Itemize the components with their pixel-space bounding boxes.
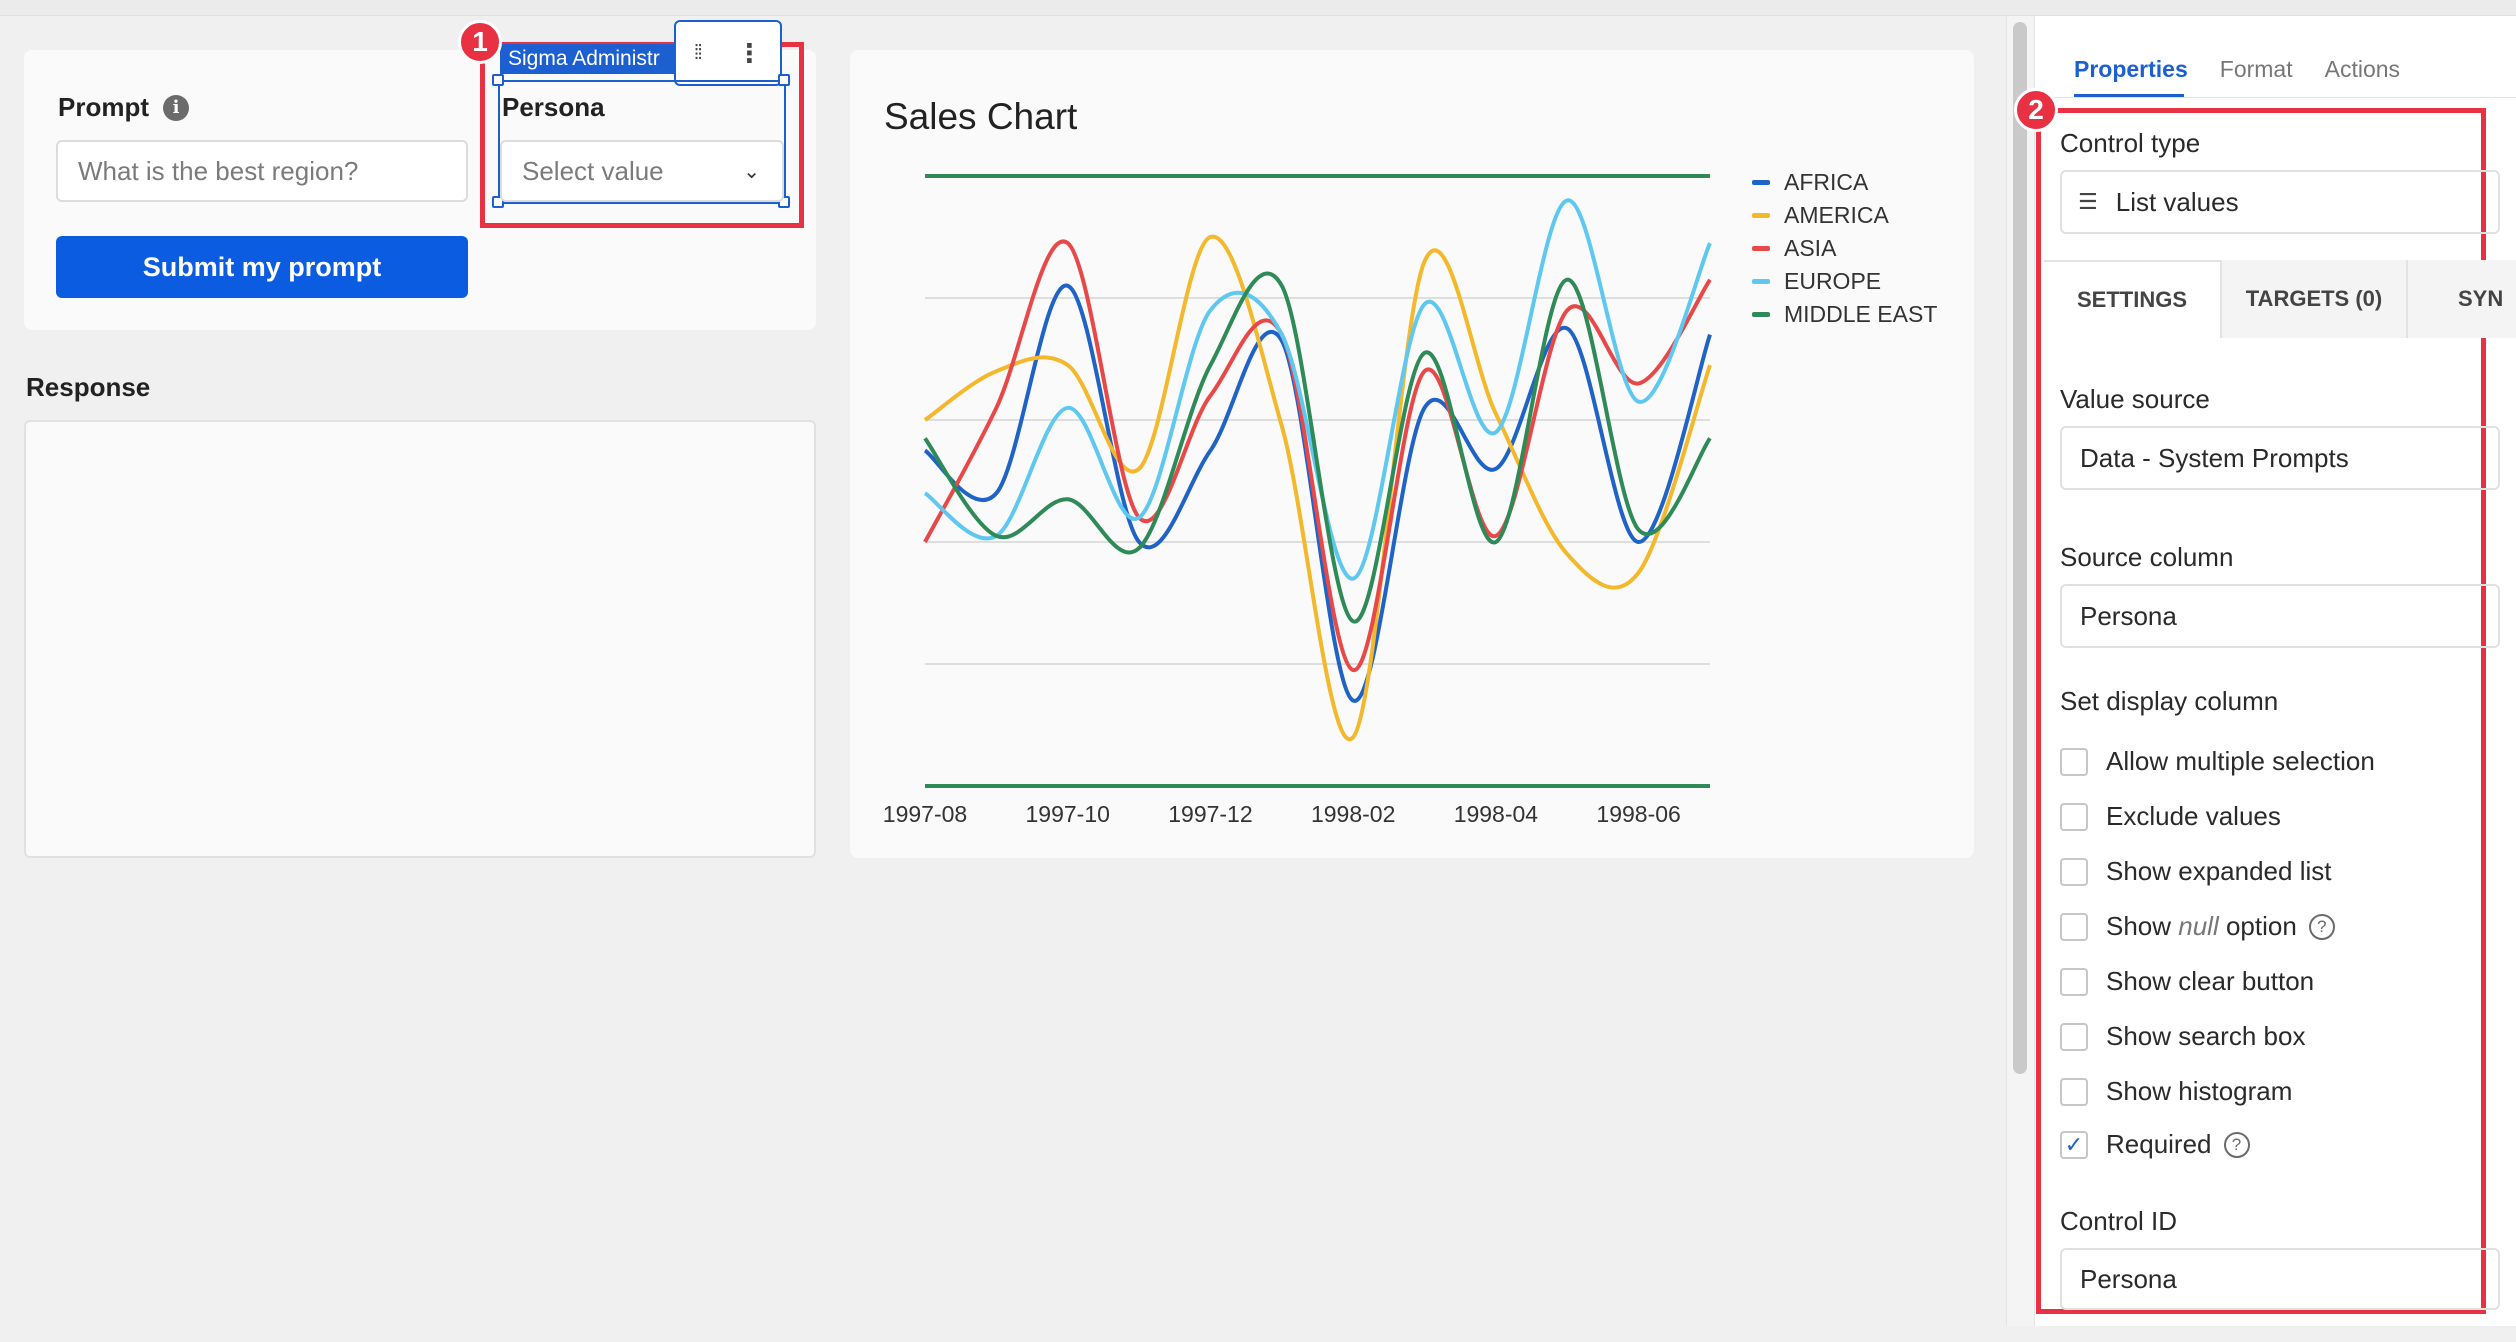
control-id-input[interactable]: Persona	[2060, 1248, 2500, 1310]
control-type-label: Control type	[2060, 128, 2201, 158]
checkbox-label: Show expanded list	[2106, 856, 2332, 886]
scrollbar-thumb[interactable]	[2013, 22, 2027, 1074]
checkbox-label: Required	[2106, 1129, 2212, 1159]
checkmark-icon: ✓	[2064, 1131, 2084, 1157]
legend-item-america[interactable]: AMERICA	[1752, 199, 1937, 232]
prompt-label: Prompt	[58, 92, 149, 122]
source-column-value: Persona	[2080, 600, 2177, 631]
checkbox-label: Show clear button	[2106, 966, 2315, 996]
prompt-input-placeholder: What is the best region?	[78, 155, 359, 186]
top-strip	[0, 0, 2516, 16]
legend-swatch	[1752, 312, 1770, 317]
resize-handle-tl[interactable]	[492, 74, 504, 86]
subtab-targets[interactable]: TARGETS (0)	[2222, 260, 2408, 338]
legend-label: ASIA	[1784, 235, 1837, 261]
response-box	[24, 420, 816, 858]
control-owner-tag: Sigma Administr	[500, 44, 682, 74]
element-toolbar: ⁞⁞ ⋮	[674, 20, 782, 86]
checkbox-label: Show histogram	[2106, 1076, 2293, 1106]
prompt-input[interactable]: What is the best region?	[56, 140, 468, 202]
tab-properties[interactable]: Properties	[2074, 56, 2188, 83]
chart-legend: AFRICA AMERICA ASIA EUROPE MIDDLE EAST	[1752, 166, 1937, 331]
checkbox-box[interactable]	[2060, 747, 2088, 776]
checkbox-exclude-values[interactable]: Exclude values	[2060, 801, 2281, 832]
checkbox-show-clear[interactable]: Show clear button	[2060, 966, 2314, 997]
legend-swatch	[1752, 213, 1770, 218]
value-source-select[interactable]: Data - System Prompts	[2060, 426, 2500, 490]
display-column-link[interactable]: Set display column	[2060, 686, 2278, 717]
checkbox-label: Show search box	[2106, 1021, 2306, 1051]
subtab-settings[interactable]: SETTINGS	[2044, 260, 2222, 338]
source-column-select[interactable]: Persona	[2060, 584, 2500, 648]
x-tick-label: 1997-12	[1168, 801, 1252, 827]
source-column-label: Source column	[2060, 542, 2234, 572]
more-options-icon[interactable]: ⋮	[736, 38, 762, 69]
resize-handle-tr[interactable]	[778, 74, 790, 86]
checkbox-show-histogram[interactable]: Show histogram	[2060, 1076, 2292, 1107]
checkbox-show-expanded[interactable]: Show expanded list	[2060, 856, 2331, 887]
step-badge-2: 2	[2014, 88, 2058, 132]
x-tick-label: 1998-04	[1454, 801, 1539, 827]
help-icon[interactable]: ?	[2308, 913, 2335, 940]
checkbox-label: Allow multiple selection	[2106, 746, 2375, 776]
checkbox-box[interactable]	[2060, 967, 2088, 996]
checkbox-label: Exclude values	[2106, 801, 2281, 831]
control-type-value: List values	[2115, 186, 2239, 217]
legend-label: MIDDLE EAST	[1784, 301, 1938, 327]
checkbox-box[interactable]	[2060, 857, 2088, 886]
checkbox-box[interactable]	[2060, 1022, 2088, 1051]
step-badge-1: 1	[458, 20, 502, 64]
chevron-down-icon: ⌄	[743, 160, 760, 183]
x-tick-label: 1997-08	[883, 801, 967, 827]
tab-actions[interactable]: Actions	[2325, 56, 2400, 83]
tab-format[interactable]: Format	[2220, 56, 2293, 83]
persona-label: Persona	[502, 92, 605, 122]
drag-handle-icon[interactable]: ⁞⁞	[694, 43, 703, 63]
legend-item-africa[interactable]: AFRICA	[1752, 166, 1937, 199]
x-tick-label: 1998-06	[1596, 801, 1680, 827]
legend-label: EUROPE	[1784, 268, 1882, 294]
checkbox-box[interactable]	[2060, 912, 2088, 941]
checkbox-allow-multiple[interactable]: Allow multiple selection	[2060, 746, 2375, 777]
series-line-middle-east[interactable]	[923, 271, 1712, 624]
value-source-value: Data - System Prompts	[2080, 442, 2349, 473]
submit-prompt-button[interactable]: Submit my prompt	[56, 236, 468, 298]
legend-swatch	[1752, 279, 1770, 284]
prompt-label-row: Prompt i	[58, 92, 189, 123]
legend-label: AFRICA	[1784, 169, 1869, 195]
checkbox-label: Show null option	[2106, 911, 2297, 941]
legend-swatch	[1752, 246, 1770, 251]
response-label: Response	[26, 372, 151, 402]
control-type-select[interactable]: ☰ List values	[2060, 170, 2500, 234]
checkbox-show-null[interactable]: Show null option ?	[2060, 911, 2335, 942]
panel-tabs: Properties Format Actions	[2074, 42, 2400, 96]
x-tick-label: 1997-10	[1026, 801, 1110, 827]
checkbox-box[interactable]	[2060, 802, 2088, 831]
legend-item-middle-east[interactable]: MIDDLE EAST	[1752, 298, 1937, 331]
x-tick-label: 1998-02	[1311, 801, 1395, 827]
value-source-label: Value source	[2060, 384, 2210, 414]
checkbox-box-checked[interactable]: ✓	[2060, 1130, 2088, 1159]
control-id-value: Persona	[2080, 1263, 2177, 1294]
settings-subtabs: SETTINGS TARGETS (0) SYN	[2044, 260, 2516, 338]
persona-select[interactable]: Select value ⌄	[500, 140, 784, 202]
legend-item-asia[interactable]: ASIA	[1752, 232, 1937, 265]
checkbox-required[interactable]: ✓ Required ?	[2060, 1129, 2250, 1160]
subtab-sync[interactable]: SYN	[2408, 260, 2516, 338]
checkbox-show-search[interactable]: Show search box	[2060, 1021, 2305, 1052]
checkbox-box[interactable]	[2060, 1077, 2088, 1106]
help-icon[interactable]: ?	[2223, 1131, 2250, 1158]
info-icon[interactable]: i	[163, 94, 189, 121]
legend-item-europe[interactable]: EUROPE	[1752, 265, 1937, 298]
control-id-label: Control ID	[2060, 1206, 2178, 1236]
tab-divider	[2034, 97, 2516, 98]
legend-label: AMERICA	[1784, 202, 1889, 228]
persona-select-placeholder: Select value	[522, 155, 664, 186]
legend-swatch	[1752, 180, 1770, 185]
list-icon: ☰	[2078, 189, 2098, 214]
